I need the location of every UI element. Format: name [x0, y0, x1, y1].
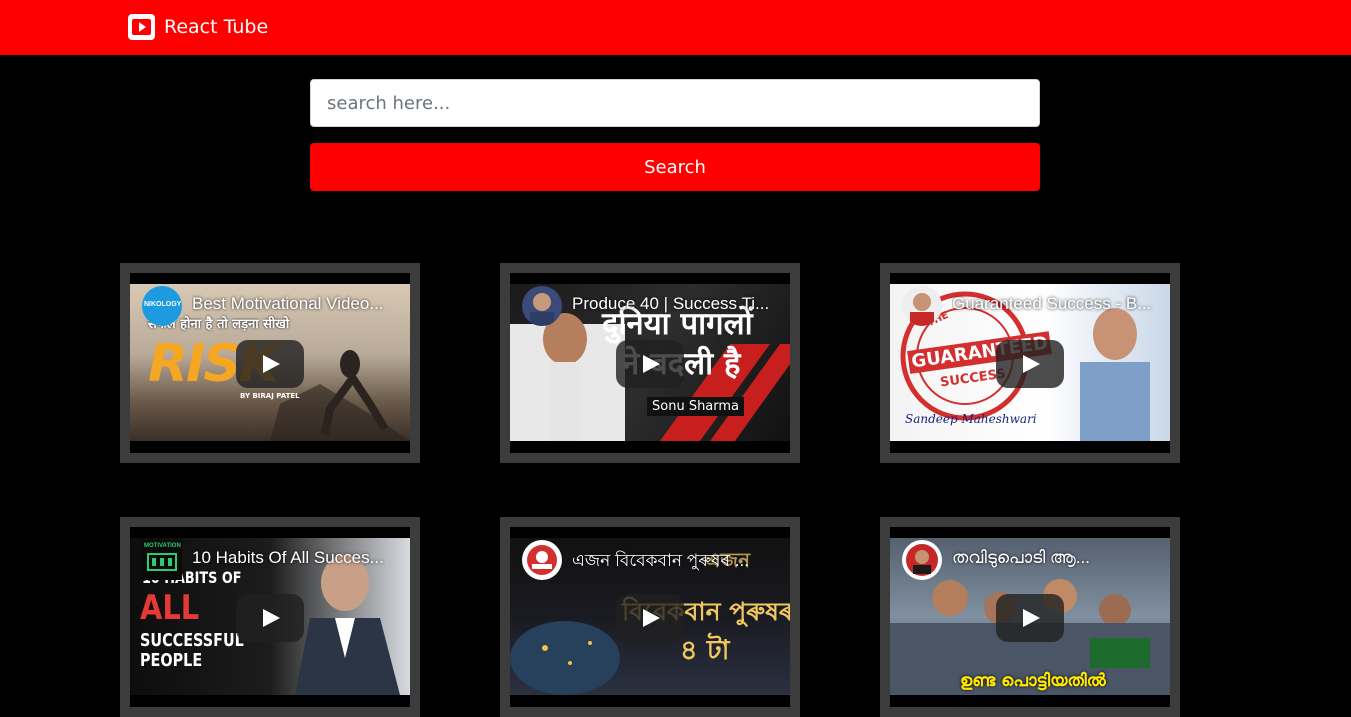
channel-avatar[interactable]	[522, 286, 562, 326]
video-title[interactable]: Produce 40 | Success Ti...	[572, 294, 784, 314]
play-button[interactable]	[616, 594, 684, 642]
channel-name: NIKOLOGY	[144, 301, 182, 308]
video-card[interactable]: सफल होना है तो लड़ना सीखो RISK BY BIRAJ …	[120, 263, 420, 463]
video-title[interactable]: Best Motivational Video...	[192, 294, 404, 314]
video-card[interactable]: এজন বিবেকবান পুৰুষৰ ৪ টা এজন বিবেকবান পু…	[500, 517, 800, 717]
channel-avatar[interactable]	[902, 540, 942, 580]
channel-avatar[interactable]	[902, 286, 942, 326]
play-button[interactable]	[616, 340, 684, 388]
navbar: React Tube	[0, 0, 1351, 55]
video-title[interactable]: Guaranteed Success - B...	[952, 294, 1164, 314]
play-button[interactable]	[996, 594, 1064, 642]
thumbnail-byline: BY BIRAJ PATEL	[240, 392, 300, 400]
thumbnail-headline-second: ৪ টা	[680, 635, 730, 666]
avatar-icon	[530, 293, 554, 326]
play-button[interactable]	[236, 594, 304, 642]
thumbnail-signature: Sandeep Maheshwari	[905, 412, 1037, 426]
video-title[interactable]: 10 Habits Of All Succes...	[192, 548, 404, 568]
youtube-play-icon	[128, 14, 155, 40]
video-card[interactable]: दुनिया पागलों ने बदली है Sonu Sharma Pro…	[500, 263, 800, 463]
avatar-icon	[906, 544, 938, 576]
thumbnail-headline-second: SUCCESSFUL	[140, 630, 244, 651]
brand-title: React Tube	[164, 16, 269, 38]
thumbnail-headline: ALL	[140, 588, 200, 628]
thumbnail-name-tag: Sonu Sharma	[647, 397, 745, 416]
video-card[interactable]: THE GUARANTEED SUCCESS Sandeep Maheshwar…	[880, 263, 1180, 463]
video-title[interactable]: തവിടുപൊടി ആ...	[952, 548, 1164, 568]
play-button[interactable]	[236, 340, 304, 388]
avatar-icon	[527, 545, 557, 575]
channel-avatar[interactable]: MOTIVATION	[142, 540, 182, 580]
channel-avatar[interactable]: NIKOLOGY	[142, 286, 182, 326]
thumbnail-headline-third: PEOPLE	[140, 650, 203, 671]
channel-name: MOTIVATION	[144, 543, 181, 549]
channel-avatar[interactable]	[522, 540, 562, 580]
brand-link[interactable]: React Tube	[127, 13, 268, 41]
avatar-icon	[910, 293, 934, 326]
play-button[interactable]	[996, 340, 1064, 388]
thumbnail-headline: ഉണ്ട പൊട്ടിയതിൽ	[960, 671, 1106, 691]
search-input[interactable]	[310, 79, 1040, 127]
video-title[interactable]: এজন বিবেকবান পুৰুষৰ ...	[572, 548, 784, 576]
video-card[interactable]: 10 HABITS OF ALL SUCCESSFUL PEOPLE MOTIV…	[120, 517, 420, 717]
video-card[interactable]: ഉണ്ട പൊട്ടിയതിൽ തവിടുപൊടി ആ...	[880, 517, 1180, 717]
search-button[interactable]: Search	[310, 143, 1040, 191]
